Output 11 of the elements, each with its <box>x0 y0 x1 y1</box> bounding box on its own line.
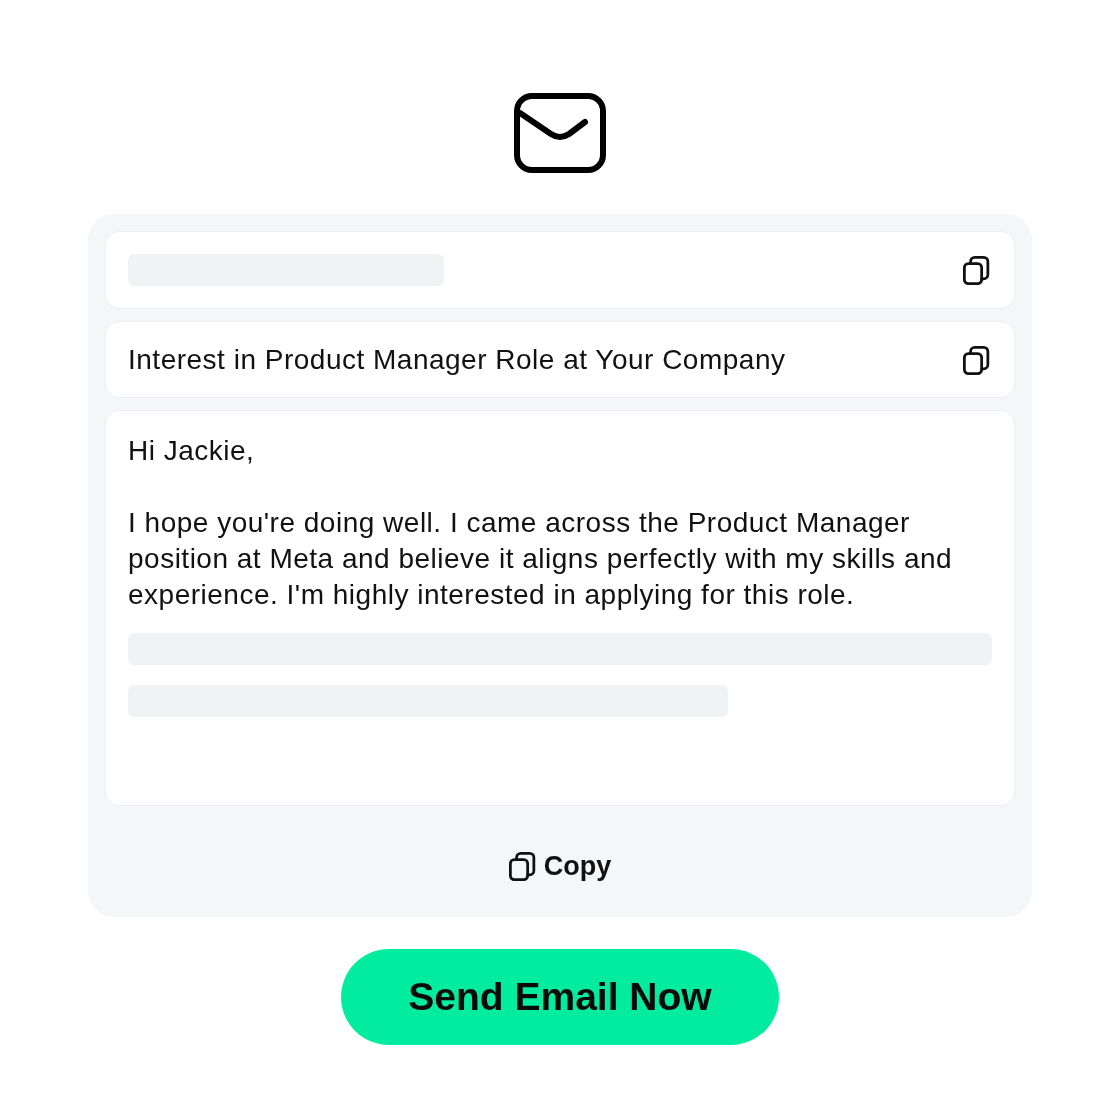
message-paragraph: I hope you're doing well. I came across the Product Manager position at Meta and believe it aligns perfectly with my skills and experience. I'm highly interested in applying for this role. <box>128 506 954 612</box>
copy-button[interactable]: Copy <box>508 851 612 882</box>
send-email-button[interactable]: Send Email Now <box>341 949 779 1045</box>
copy-icon <box>963 345 992 375</box>
copy-button[interactable] <box>963 345 992 375</box>
copy-icon <box>963 255 992 285</box>
copy-button[interactable] <box>963 255 992 285</box>
envelope-icon <box>514 93 606 173</box>
copy-icon <box>508 852 538 881</box>
subject-text: Interest in Product Manager Role at Your Company <box>128 343 786 377</box>
message-paragraph: Hi Jackie, <box>128 434 256 468</box>
